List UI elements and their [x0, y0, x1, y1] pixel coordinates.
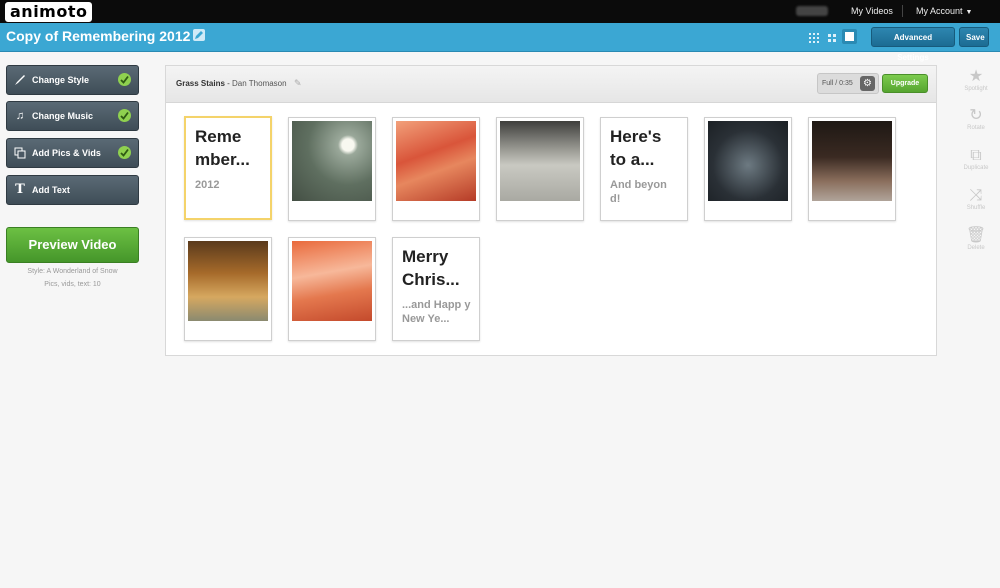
star-icon: ★ — [968, 68, 984, 85]
rotate-tool[interactable]: ↻ Rotate — [956, 107, 996, 131]
text-card[interactable]: Merry Chris... ...and Happ y New Ye... — [392, 237, 480, 341]
add-text-label: Add Text — [32, 185, 70, 195]
edit-title-icon[interactable] — [193, 29, 205, 41]
change-music-label: Change Music — [32, 111, 94, 121]
song-artist: Dan Thomason — [232, 79, 287, 88]
delete-tool[interactable]: 🗑 Delete — [956, 227, 996, 251]
preview-video-button[interactable]: Preview Video — [6, 227, 139, 263]
add-text-button[interactable]: T Add Text — [6, 175, 139, 205]
photo-thumbnail — [500, 121, 580, 201]
advanced-settings-button[interactable]: Advanced Settings — [871, 27, 955, 62]
count-info: Pics, vids, text: 10 — [44, 281, 101, 288]
photo-card[interactable] — [808, 117, 896, 221]
save-button[interactable]: Save — [959, 27, 989, 47]
rotate-label: Rotate — [967, 125, 985, 131]
change-style-label: Change Style — [32, 75, 90, 85]
spotlight-tool[interactable]: ★ Spotlight — [956, 68, 996, 92]
my-account-label: My Account — [916, 6, 963, 16]
pics-icon — [14, 147, 26, 159]
change-music-button[interactable]: ♫ Change Music — [6, 101, 139, 131]
delete-label: Delete — [967, 245, 985, 251]
my-account-menu[interactable]: My Account ▼ — [916, 6, 972, 16]
music-note-icon: ♫ — [15, 110, 25, 122]
text-card-title: Merry Chris... — [402, 247, 460, 289]
animoto-logo[interactable]: animoto — [5, 2, 93, 22]
text-icon: T — [15, 182, 25, 197]
music-header: Grass Stains - Dan Thomason ✎ Full / 0:3… — [166, 66, 936, 103]
photo-thumbnail — [292, 121, 372, 201]
duplicate-tool[interactable]: ⧉ Duplicate — [956, 147, 996, 171]
my-videos-link[interactable]: My Videos — [851, 6, 893, 16]
style-info: Style: A Wonderland of Snow — [27, 268, 118, 275]
text-card-subtitle: And beyon d! — [610, 179, 667, 205]
photo-thumbnail — [292, 241, 372, 321]
change-style-button[interactable]: Change Style — [6, 65, 139, 95]
check-icon — [118, 146, 131, 159]
duration-label: Full / 0:35 — [822, 80, 853, 87]
photo-thumbnail — [812, 121, 892, 201]
text-card-title: Here's to a... — [610, 127, 662, 169]
storyboard-panel: Grass Stains - Dan Thomason ✎ Full / 0:3… — [165, 65, 937, 356]
project-title-bar: Copy of Remembering 2012 Advanced Settin… — [0, 23, 1000, 62]
photo-card[interactable] — [392, 117, 480, 221]
spotlight-label: Spotlight — [964, 86, 988, 92]
song-separator: - — [224, 79, 233, 88]
rotate-icon: ↻ — [969, 107, 983, 124]
duplicate-label: Duplicate — [963, 165, 989, 171]
add-pics-vids-label: Add Pics & Vids — [32, 148, 101, 158]
shuffle-icon: ⤨ — [969, 187, 983, 204]
shuffle-tool[interactable]: ⤨ Shuffle — [956, 187, 996, 211]
photo-card[interactable] — [496, 117, 584, 221]
nav-divider — [902, 5, 903, 17]
project-title: Copy of Remembering 2012 — [6, 28, 191, 44]
text-card[interactable]: Here's to a... And beyon d! — [600, 117, 688, 221]
song-title: Grass Stains — [176, 79, 225, 88]
duplicate-icon: ⧉ — [970, 147, 982, 164]
add-pics-vids-button[interactable]: Add Pics & Vids — [6, 138, 139, 168]
chevron-down-icon: ▼ — [965, 9, 973, 16]
photo-thumbnail — [708, 121, 788, 201]
trash-icon: 🗑 — [965, 227, 987, 244]
duration-box: Full / 0:35 ⚙ — [817, 73, 879, 94]
gear-icon[interactable]: ⚙ — [860, 76, 875, 91]
text-card[interactable]: Reme mber... 2012 — [184, 116, 272, 220]
photo-card[interactable] — [704, 117, 792, 221]
photo-card[interactable] — [184, 237, 272, 341]
song-info[interactable]: Grass Stains - Dan Thomason — [176, 79, 287, 88]
text-card-title: Reme mber... — [195, 127, 250, 169]
photo-card[interactable] — [288, 237, 376, 341]
photo-thumbnail — [188, 241, 268, 321]
pencil-icon[interactable]: ✎ — [294, 78, 302, 89]
username-redacted[interactable] — [796, 6, 828, 16]
medium-grid-view-icon[interactable] — [826, 31, 838, 43]
photo-card[interactable] — [288, 117, 376, 221]
small-grid-view-icon[interactable] — [808, 31, 820, 43]
top-nav-bar: animoto My Videos My Account ▼ — [0, 0, 1000, 23]
brush-icon — [14, 74, 26, 86]
large-view-icon[interactable] — [842, 29, 857, 44]
text-card-subtitle: ...and Happ y New Ye... — [402, 299, 471, 325]
photo-thumbnail — [396, 121, 476, 201]
check-icon — [118, 109, 131, 122]
check-icon — [118, 73, 131, 86]
text-card-subtitle: 2012 — [195, 179, 220, 191]
upgrade-button[interactable]: Upgrade — [882, 74, 928, 93]
shuffle-label: Shuffle — [966, 205, 986, 211]
